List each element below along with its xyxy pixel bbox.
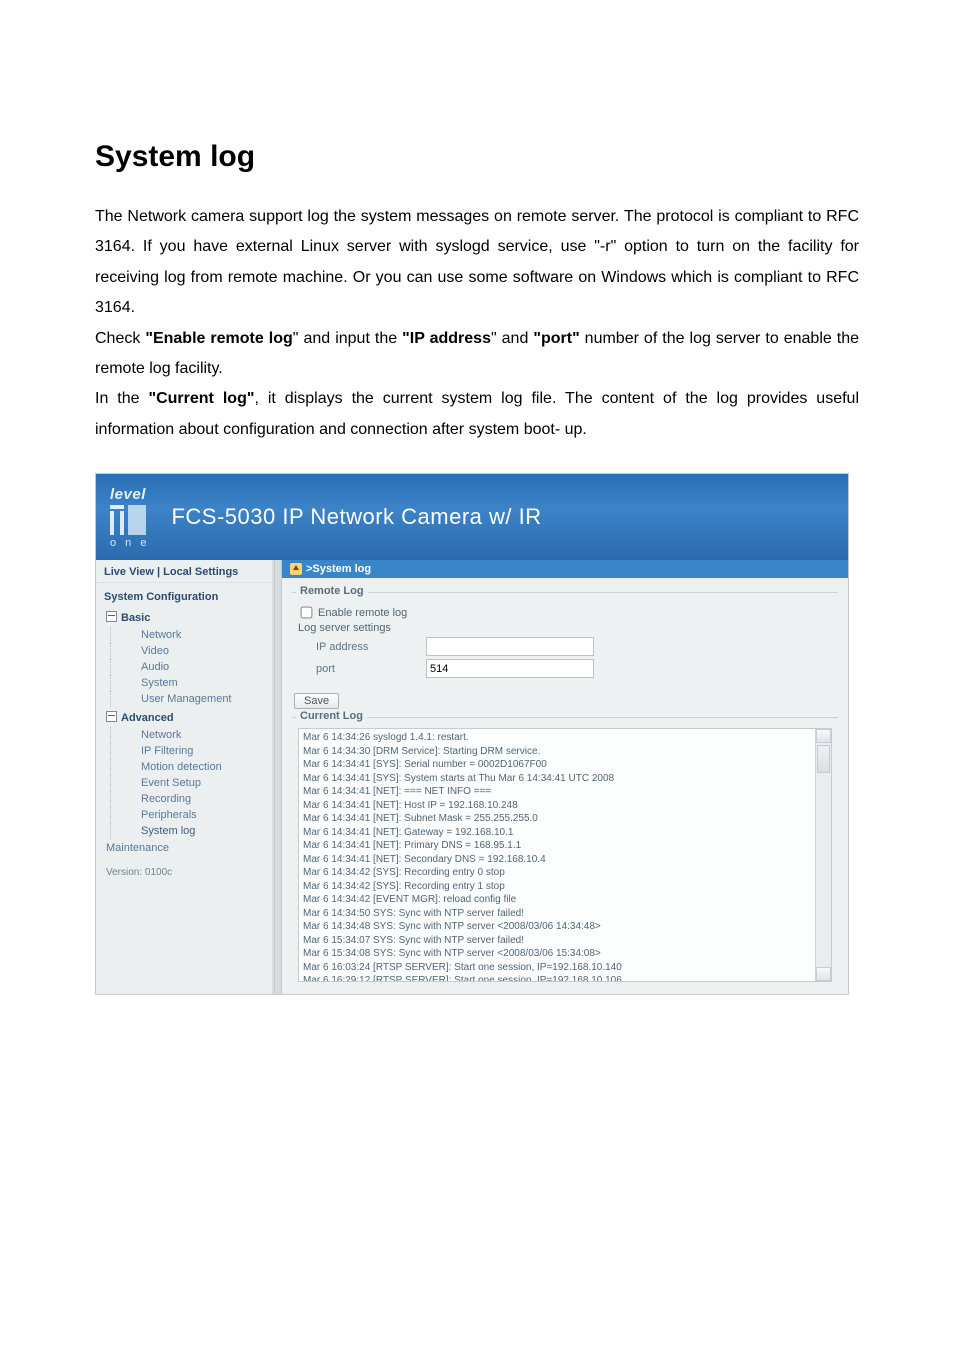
current-log-legend: Current Log bbox=[296, 710, 367, 722]
page-title: System log bbox=[95, 140, 859, 174]
brand-top: level bbox=[110, 486, 146, 503]
app-title: FCS-5030 IP Network Camera w/ IR bbox=[171, 504, 541, 530]
paragraph-3: In the "Current log", it displays the cu… bbox=[95, 384, 859, 445]
paragraph-1: The Network camera support log the syste… bbox=[95, 202, 859, 324]
port-label: port bbox=[298, 663, 426, 675]
content-area: >System log Remote Log Enable remote log… bbox=[282, 560, 848, 994]
enable-remote-checkbox[interactable] bbox=[301, 607, 313, 619]
sidebar-item-peripherals[interactable]: Peripherals bbox=[110, 807, 272, 823]
scroll-thumb[interactable] bbox=[817, 745, 830, 773]
remote-log-fieldset: Remote Log Enable remote log Log server … bbox=[292, 592, 838, 687]
breadcrumb-text: >System log bbox=[306, 563, 371, 575]
body-text: The Network camera support log the syste… bbox=[95, 202, 859, 445]
sidebar-item-event-setup[interactable]: Event Setup bbox=[110, 775, 272, 791]
log-server-settings-label: Log server settings bbox=[298, 622, 391, 634]
app-header: level o n e FCS-5030 IP Network Camera w… bbox=[96, 474, 848, 560]
log-text: Mar 6 14:34:26 syslogd 1.4.1: restart. M… bbox=[303, 731, 813, 982]
scroll-down-icon[interactable] bbox=[816, 967, 831, 981]
sidebar-section-config: System Configuration bbox=[96, 583, 272, 607]
paragraph-2: Check "Enable remote log" and input the … bbox=[95, 324, 859, 385]
sidebar-item-network[interactable]: Network bbox=[110, 627, 272, 643]
collapse-icon[interactable] bbox=[106, 711, 117, 722]
port-input[interactable] bbox=[426, 659, 594, 678]
splitter-handle[interactable] bbox=[274, 560, 282, 994]
scroll-up-icon[interactable] bbox=[816, 729, 831, 743]
sidebar-group-basic[interactable]: Basic bbox=[96, 607, 272, 627]
sidebar-item-adv-network[interactable]: Network bbox=[110, 727, 272, 743]
sidebar-item-video[interactable]: Video bbox=[110, 643, 272, 659]
brand-bottom: o n e bbox=[110, 537, 149, 549]
ip-address-input[interactable] bbox=[426, 637, 594, 656]
sidebar-item-maintenance[interactable]: Maintenance bbox=[96, 839, 272, 857]
ip-address-label: IP address bbox=[298, 641, 426, 653]
save-button[interactable]: Save bbox=[294, 693, 339, 709]
sidebar-item-audio[interactable]: Audio bbox=[110, 659, 272, 675]
remote-log-legend: Remote Log bbox=[296, 585, 368, 597]
sidebar-item-motion[interactable]: Motion detection bbox=[110, 759, 272, 775]
current-log-fieldset: Current Log Mar 6 14:34:26 syslogd 1.4.1… bbox=[292, 717, 838, 988]
brand-icon bbox=[110, 505, 146, 535]
sidebar-group-advanced[interactable]: Advanced bbox=[96, 707, 272, 727]
up-icon[interactable] bbox=[290, 563, 302, 575]
version-label: Version: 0100c bbox=[96, 857, 272, 881]
enable-remote-label: Enable remote log bbox=[318, 607, 407, 619]
collapse-icon[interactable] bbox=[106, 611, 117, 622]
embedded-screenshot: level o n e FCS-5030 IP Network Camera w… bbox=[95, 473, 849, 995]
log-scrollbar[interactable] bbox=[815, 729, 831, 981]
current-log-textarea[interactable]: Mar 6 14:34:26 syslogd 1.4.1: restart. M… bbox=[298, 728, 832, 982]
sidebar-item-user-mgmt[interactable]: User Management bbox=[110, 691, 272, 707]
sidebar-item-system-log[interactable]: System log bbox=[110, 823, 272, 839]
sidebar-item-ip-filtering[interactable]: IP Filtering bbox=[110, 743, 272, 759]
sidebar: Live View | Local Settings System Config… bbox=[96, 560, 274, 994]
sidebar-item-recording[interactable]: Recording bbox=[110, 791, 272, 807]
live-view-link[interactable]: Live View | Local Settings bbox=[96, 560, 272, 583]
sidebar-item-system[interactable]: System bbox=[110, 675, 272, 691]
breadcrumb: >System log bbox=[282, 560, 848, 578]
brand-logo: level o n e bbox=[110, 486, 149, 549]
